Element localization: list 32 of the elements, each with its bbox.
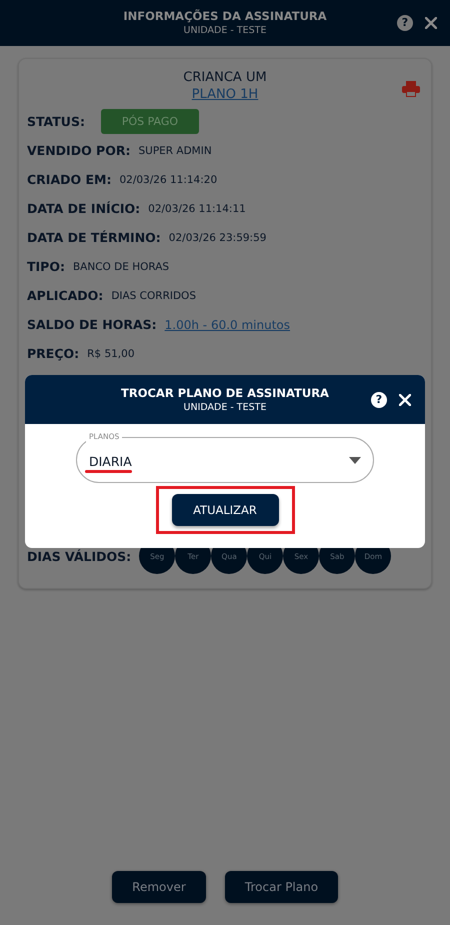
field-label: TIPO:	[27, 259, 65, 274]
field-label: DATA DE TÉRMINO:	[27, 230, 161, 245]
field-value: 02/03/26 23:59:59	[168, 232, 266, 244]
help-button[interactable]: ?	[397, 15, 413, 31]
plan-link[interactable]: PLANO 1H	[192, 86, 258, 103]
field-label: PREÇO:	[27, 346, 80, 361]
help-button[interactable]: ?	[371, 392, 387, 408]
field-value: 02/03/26 11:14:20	[119, 174, 218, 186]
field-value: BANCO DE HORAS	[72, 260, 170, 272]
field-label: CRIADO EM:	[27, 172, 112, 187]
status-badge: PÓS PAGO	[100, 109, 199, 134]
dropdown-caret-icon	[349, 456, 361, 464]
field-label: DIAS VÁLIDOS:	[27, 548, 132, 564]
field-value: 02/03/26 11:14:11	[148, 202, 246, 214]
dialog-subtitle: UNIDADE - TESTE	[184, 400, 266, 414]
child-name: CRIANCA UM	[183, 69, 267, 86]
window-subtitle: UNIDADE - TESTE	[184, 24, 266, 37]
dialog-title: TROCAR PLANO DE ASSINATURA	[121, 386, 329, 400]
field-value: DIAS CORRIDOS	[111, 290, 196, 302]
field-label: SALDO DE HORAS:	[27, 317, 157, 332]
update-button[interactable]: ATUALIZAR	[172, 494, 278, 526]
field-label: VENDIDO POR:	[27, 143, 130, 158]
field-value: R$ 51,00	[87, 348, 134, 360]
change-plan-button[interactable]: Trocar Plano	[225, 871, 338, 903]
balance-link[interactable]: 1.00h - 60.0 minutos	[164, 318, 290, 332]
window-title: INFORMAÇÕES DA ASSINATURA	[123, 9, 327, 24]
field-value: SUPER ADMIN	[138, 144, 212, 156]
field-label: STATUS:	[27, 114, 85, 129]
field-label: APLICADO:	[27, 288, 104, 303]
select-value: DIARIA	[89, 452, 133, 468]
field-label: DATA DE INÍCIO:	[27, 201, 140, 216]
remove-button[interactable]: Remover	[112, 871, 206, 903]
